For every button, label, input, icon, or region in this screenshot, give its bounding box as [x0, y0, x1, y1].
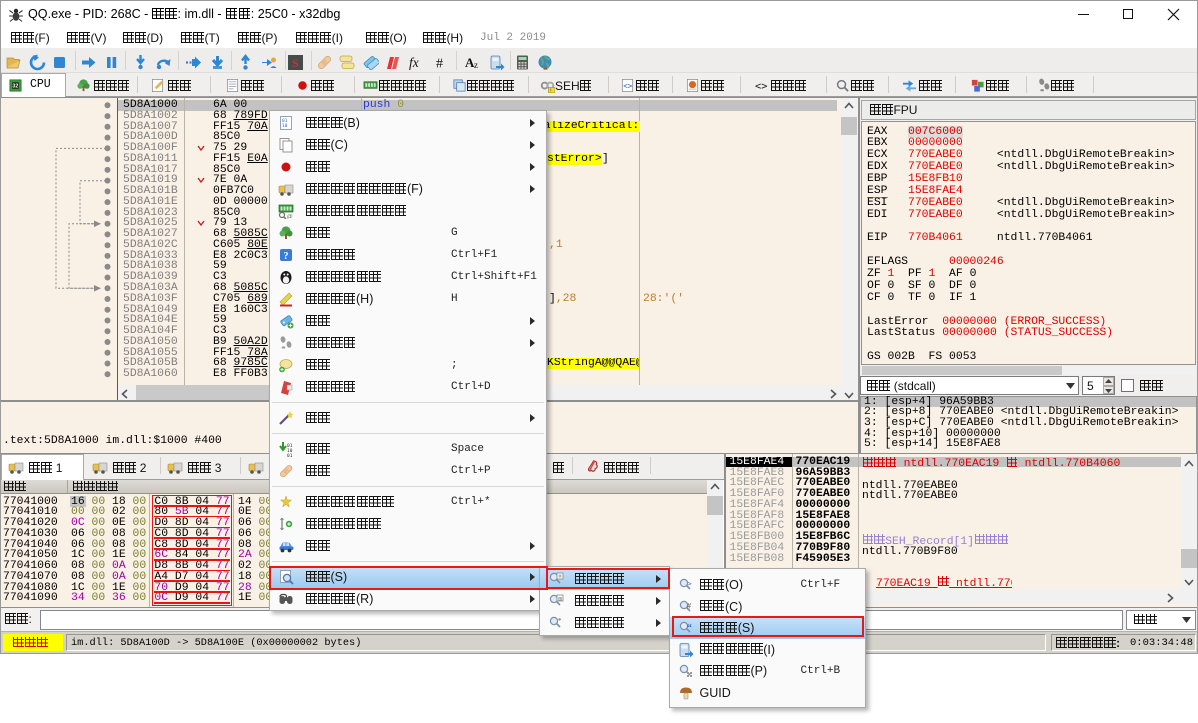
- svg-text:@: @: [287, 214, 293, 219]
- svg-text:*: *: [558, 617, 562, 625]
- svg-text:10: 10: [282, 123, 288, 129]
- svg-text:>: >: [687, 580, 691, 588]
- svg-text:fx: fx: [409, 55, 419, 70]
- svg-text:!: !: [550, 88, 551, 93]
- svg-text:<>: <>: [755, 80, 767, 92]
- svg-text:z: z: [474, 60, 478, 70]
- svg-text:#: #: [687, 601, 691, 610]
- svg-text:01: 01: [287, 453, 293, 457]
- svg-text:⊞: ⊞: [558, 596, 562, 602]
- svg-text:<>: <>: [623, 81, 633, 90]
- svg-text:S: S: [292, 56, 299, 70]
- svg-text:?: ?: [284, 251, 289, 262]
- svg-text:#: #: [436, 57, 443, 72]
